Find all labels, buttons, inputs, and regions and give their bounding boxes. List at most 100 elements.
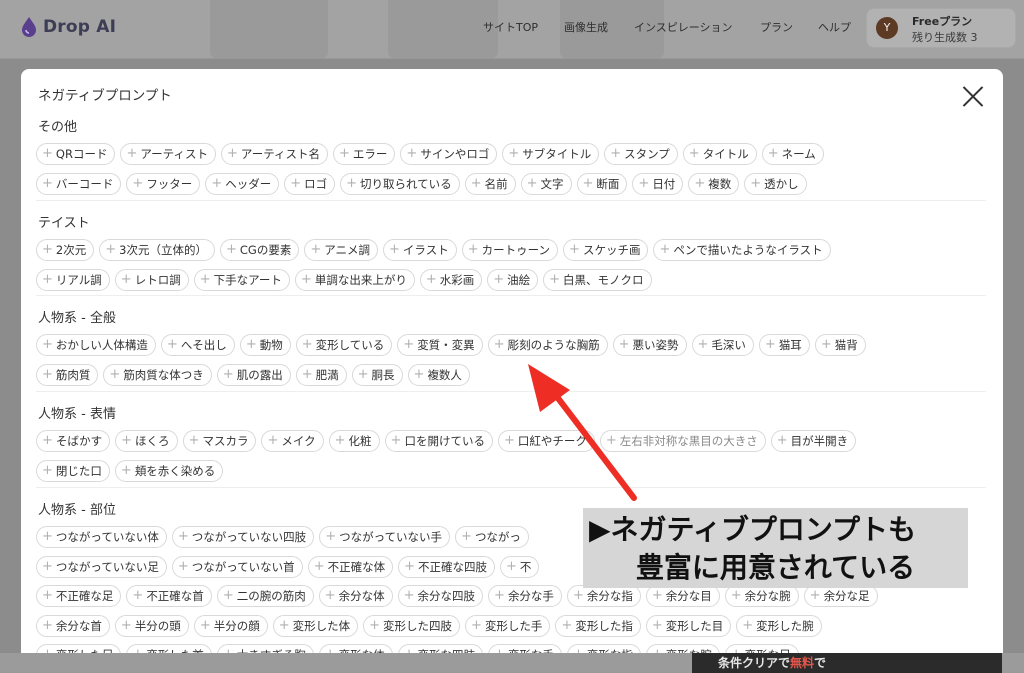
prompt-chip[interactable]: + 肥満	[295, 363, 347, 386]
prompt-chip[interactable]: + サインやロゴ	[400, 143, 498, 165]
prompt-chip[interactable]: + 変形した目	[645, 614, 732, 637]
prompt-chip[interactable]: + 閉じた口	[36, 459, 110, 482]
prompt-chip[interactable]: + 切り取られている	[340, 172, 460, 195]
prompt-chip[interactable]: +変形した首	[126, 644, 212, 653]
prompt-chip[interactable]: + 悪い姿勢	[612, 334, 687, 356]
prompt-chip[interactable]: + 複数人	[407, 363, 470, 386]
prompt-chip[interactable]: + 白黒、モノクロ	[543, 268, 652, 291]
prompt-chip[interactable]: + 不正確な体	[307, 555, 394, 578]
prompt-chip[interactable]: + 筋肉質	[36, 363, 99, 386]
prompt-chip[interactable]: + CGの要素	[219, 239, 300, 261]
nav-plan[interactable]: プラン	[760, 19, 793, 35]
prompt-chip[interactable]: + 単調な出来上がり	[294, 268, 415, 291]
prompt-chip[interactable]: + 不正確な四肢	[398, 555, 495, 578]
prompt-chip[interactable]: +変形な体	[318, 644, 393, 653]
prompt-chip[interactable]: + アニメ調	[304, 239, 379, 261]
prompt-chip[interactable]: + 余分な足	[803, 585, 878, 607]
prompt-chip[interactable]: + 変形した指	[555, 614, 641, 637]
prompt-chip[interactable]: + 余分な腕	[724, 585, 799, 607]
prompt-chip[interactable]: + 文字	[520, 172, 572, 195]
prompt-chip[interactable]: + 肌の露出	[216, 363, 291, 386]
prompt-chip[interactable]: + つながっていない手	[319, 526, 451, 548]
prompt-chip[interactable]: + 変形した体	[272, 614, 359, 637]
prompt-chip[interactable]: + アーティスト	[120, 143, 216, 165]
prompt-chip[interactable]: + 不正確な首	[126, 585, 212, 607]
prompt-chip[interactable]: + タイトル	[682, 143, 757, 165]
prompt-chip[interactable]: + イラスト	[383, 239, 457, 261]
prompt-chip[interactable]: +2次元	[36, 239, 95, 261]
prompt-chip[interactable]: +変形した足	[36, 644, 122, 653]
prompt-chip[interactable]: + 余分な手	[488, 585, 562, 607]
prompt-chip[interactable]: + 油絵	[487, 268, 539, 291]
prompt-chip[interactable]: + 変形している	[295, 334, 393, 356]
prompt-chip[interactable]: + 口を開けている	[384, 430, 493, 452]
prompt-chip[interactable]: + へそ出し	[160, 334, 235, 356]
prompt-chip[interactable]: + ヘッダー	[205, 172, 280, 195]
prompt-chip[interactable]: + 変形した四肢	[363, 614, 461, 637]
prompt-chip[interactable]: + そばかす	[36, 430, 111, 452]
prompt-chip[interactable]: + フッター	[126, 172, 201, 195]
prompt-chip[interactable]: + マスカラ	[182, 430, 257, 452]
prompt-chip[interactable]: + スタンプ	[604, 143, 678, 165]
prompt-chip[interactable]: + 日付	[632, 172, 684, 195]
prompt-chip[interactable]: + ロゴ	[284, 172, 336, 195]
prompt-chip[interactable]: + 余分な四肢	[397, 585, 484, 607]
prompt-chip[interactable]: + ネーム	[761, 143, 824, 165]
prompt-chip[interactable]: + ほくろ	[115, 430, 178, 452]
prompt-chip[interactable]: + 頬を赤く染める	[114, 459, 224, 482]
prompt-chip[interactable]: + 化粧	[328, 430, 380, 452]
prompt-chip[interactable]: + QRコード	[36, 143, 116, 165]
nav-image-generation[interactable]: 画像生成	[564, 19, 608, 35]
prompt-chip[interactable]: + つながっ	[455, 526, 529, 548]
prompt-chip[interactable]: + スケッチ画	[563, 239, 649, 261]
prompt-chip[interactable]: + エラー	[333, 143, 396, 165]
prompt-chip[interactable]: + レトロ調	[114, 268, 189, 291]
logo[interactable]: Drop AI	[20, 14, 116, 40]
prompt-chip[interactable]: + ペンで描いたようなイラスト	[653, 239, 831, 261]
prompt-chip[interactable]: +変形な四肢	[397, 644, 484, 653]
prompt-chip[interactable]: + 動物	[239, 334, 291, 356]
prompt-chip[interactable]: + つながっていない足	[36, 555, 167, 578]
prompt-chip[interactable]: + 水彩画	[419, 268, 483, 291]
prompt-chip[interactable]: + 猫耳	[758, 334, 810, 356]
prompt-chip[interactable]: + 余分な首	[36, 614, 110, 637]
nav-inspiration[interactable]: インスピレーション	[634, 19, 733, 35]
prompt-chip[interactable]: + 余分な指	[566, 585, 641, 607]
promo-banner[interactable]: 条件クリアで無料で	[692, 653, 1002, 673]
prompt-chip[interactable]: + 左右非対称な黒目の大きさ	[599, 430, 766, 452]
prompt-chip[interactable]: + 口紅やチーク	[497, 430, 595, 452]
prompt-chip[interactable]: + アーティスト名	[220, 143, 329, 165]
prompt-chip[interactable]: +3次元（立体的）	[99, 239, 215, 261]
prompt-chip[interactable]: + メイク	[261, 430, 324, 452]
prompt-chip[interactable]: + 胴長	[351, 363, 403, 386]
plan-status[interactable]: Y Freeプラン 残り生成数 3	[866, 8, 1016, 48]
prompt-chip[interactable]: +変形な足	[724, 644, 799, 653]
prompt-chip[interactable]: + 変形した腕	[736, 614, 822, 637]
prompt-chip[interactable]: + サブタイトル	[502, 143, 600, 165]
prompt-chip[interactable]: + 筋肉質な体つき	[103, 363, 212, 386]
prompt-chip[interactable]: + 目が半開き	[770, 430, 857, 452]
prompt-chip[interactable]: + 下手なアート	[193, 268, 290, 291]
prompt-chip[interactable]: + 二の腕の筋肉	[216, 585, 314, 607]
close-icon[interactable]	[961, 84, 985, 108]
prompt-chip[interactable]: + つながっていない体	[36, 526, 167, 548]
prompt-chip[interactable]: + つながっていない四肢	[171, 526, 315, 548]
prompt-chip[interactable]: + おかしい人体構造	[36, 334, 156, 356]
prompt-chip[interactable]: + 毛深い	[691, 334, 754, 356]
prompt-chip[interactable]: + 断面	[576, 172, 628, 195]
prompt-chip[interactable]: + カートゥーン	[461, 239, 559, 261]
prompt-chip[interactable]: +変形な指	[566, 644, 641, 653]
prompt-chip[interactable]: + 半分の顔	[193, 614, 268, 637]
prompt-chip[interactable]: + 不正確な足	[36, 585, 122, 607]
prompt-chip[interactable]: +変形な手	[488, 644, 562, 653]
prompt-chip[interactable]: + 名前	[464, 172, 516, 195]
prompt-chip[interactable]: + 彫刻のような胸筋	[487, 334, 608, 356]
prompt-chip[interactable]: + 半分の頭	[114, 614, 189, 637]
prompt-chip[interactable]: + 猫背	[814, 334, 866, 356]
prompt-chip[interactable]: + バーコード	[36, 172, 122, 195]
prompt-chip[interactable]: + 変形した手	[465, 614, 551, 637]
prompt-chip[interactable]: + 余分な体	[318, 585, 393, 607]
prompt-chip[interactable]: + 余分な目	[645, 585, 720, 607]
prompt-chip[interactable]: +変形な腕	[645, 644, 720, 653]
prompt-chip[interactable]: +大きすぎる胸	[216, 644, 314, 653]
